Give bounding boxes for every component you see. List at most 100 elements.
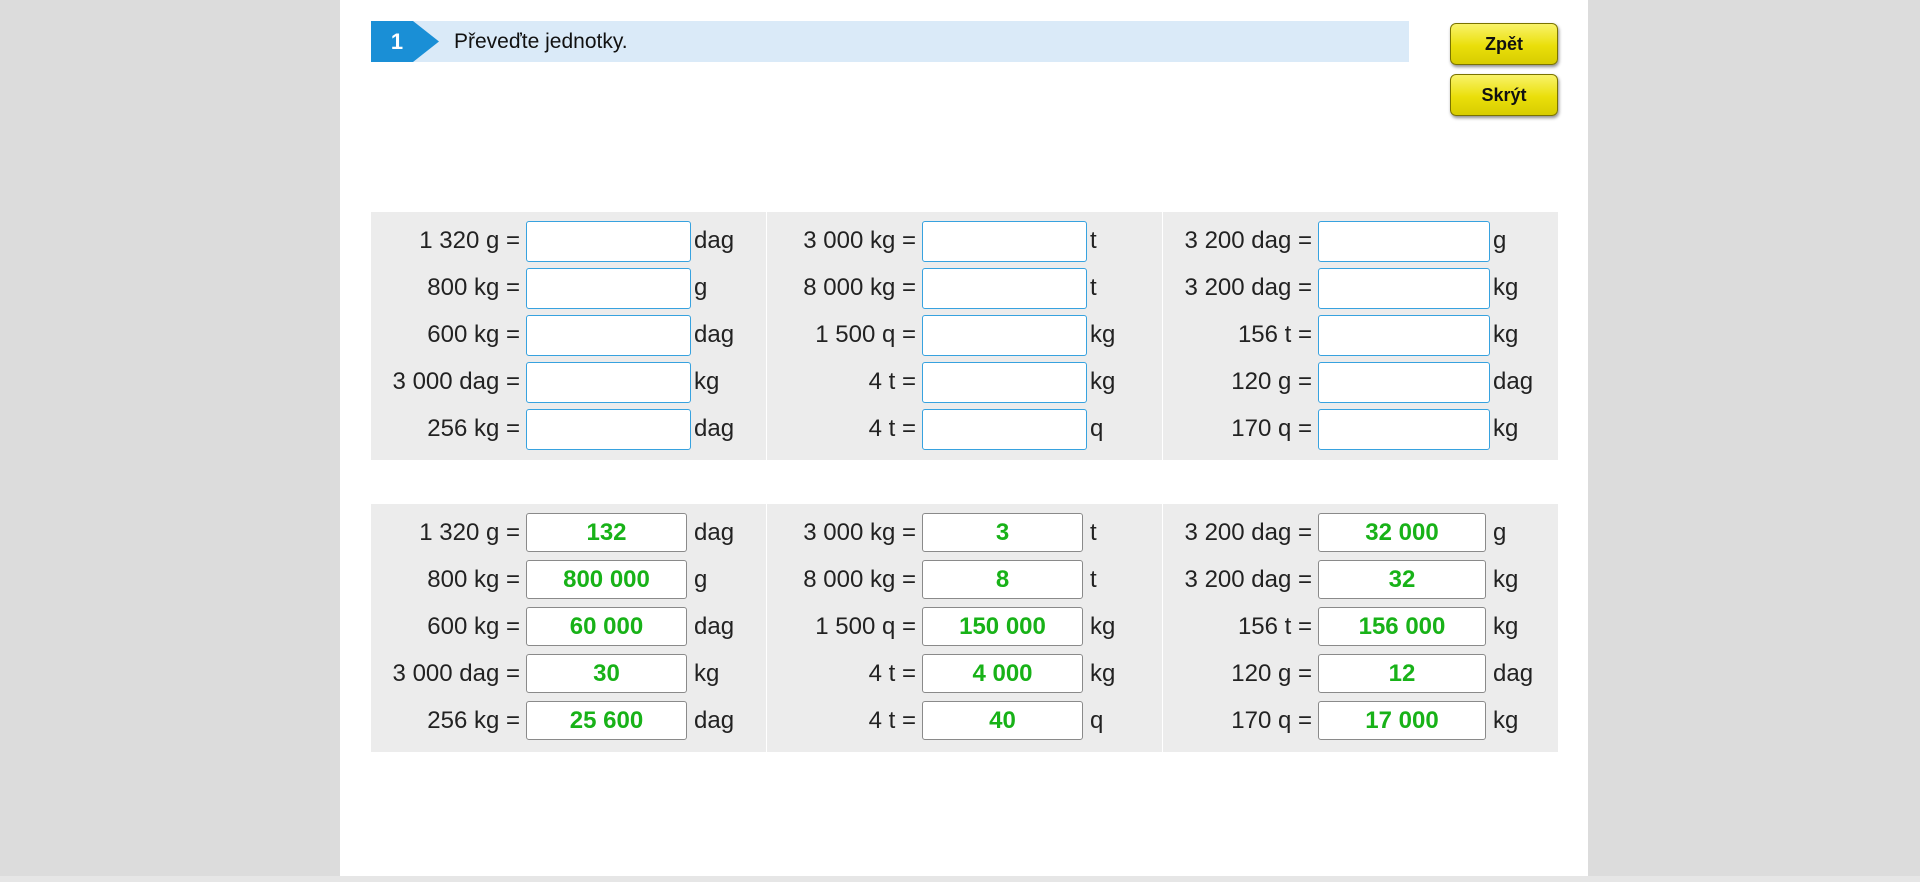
answer-input[interactable]	[922, 409, 1087, 450]
task-number: 1	[390, 29, 404, 54]
conversion-expression: 3 200 dag =	[1184, 566, 1312, 593]
task-number-badge: 1	[371, 21, 439, 62]
task-instruction: Převeďte jednotky.	[454, 30, 628, 53]
answer-value: 40	[922, 701, 1083, 740]
answer-value: 60 000	[526, 607, 687, 646]
target-unit: dag	[694, 707, 735, 734]
answer-value: 4 000	[922, 654, 1083, 693]
target-unit: kg	[1090, 613, 1116, 640]
answer-input[interactable]	[1318, 362, 1490, 403]
target-unit: t	[1090, 227, 1097, 254]
target-unit: kg	[1493, 566, 1519, 593]
exercise-row: 156 t = kg	[1163, 315, 1558, 356]
target-unit: kg	[1493, 321, 1519, 348]
answer-input[interactable]	[526, 268, 691, 309]
answer-input[interactable]	[922, 362, 1087, 403]
target-unit: g	[1493, 227, 1507, 254]
exercise-row: 256 kg = dag	[371, 409, 766, 450]
conversion-expression: 1 500 q =	[815, 613, 916, 640]
solution-row: 8 000 kg = 8 t	[767, 560, 1162, 600]
conversion-expression: 4 t =	[868, 660, 916, 687]
target-unit: dag	[694, 519, 735, 546]
answer-input[interactable]	[1318, 315, 1490, 356]
conversion-expression: 1 500 q =	[815, 321, 916, 348]
answer-input[interactable]	[922, 315, 1087, 356]
exercise-panel-2: 3 000 kg = t 8 000 kg = t 1 500 q = kg 4…	[767, 212, 1162, 460]
solution-row: 3 000 dag = 30 kg	[371, 654, 766, 694]
answer-input[interactable]	[1318, 268, 1490, 309]
target-unit: t	[1090, 519, 1097, 546]
answer-value: 132	[526, 513, 687, 552]
solution-row: 4 t = 4 000 kg	[767, 654, 1162, 694]
exercise-page: 1 Převeďte jednotky. Zpět Skrýt 1 320 g …	[340, 0, 1588, 876]
answer-input[interactable]	[526, 362, 691, 403]
exercise-row: 120 g = dag	[1163, 362, 1558, 403]
conversion-expression: 156 t =	[1237, 321, 1312, 348]
answer-input[interactable]	[1318, 409, 1490, 450]
exercise-row: 3 200 dag = g	[1163, 221, 1558, 262]
conversion-expression: 600 kg =	[427, 613, 520, 640]
answer-value: 156 000	[1318, 607, 1486, 646]
conversion-expression: 1 320 g =	[419, 519, 520, 546]
exercise-row: 3 000 dag = kg	[371, 362, 766, 403]
answer-value: 17 000	[1318, 701, 1486, 740]
solution-row: 1 500 q = 150 000 kg	[767, 607, 1162, 647]
exercise-row: 1 320 g = dag	[371, 221, 766, 262]
exercise-row: 800 kg = g	[371, 268, 766, 309]
conversion-expression: 4 t =	[868, 707, 916, 734]
conversion-expression: 1 320 g =	[419, 227, 520, 254]
answer-value: 32	[1318, 560, 1486, 599]
target-unit: t	[1090, 566, 1097, 593]
bottom-border	[0, 876, 1920, 882]
target-unit: dag	[1493, 368, 1534, 395]
solution-row: 3 200 dag = 32 kg	[1163, 560, 1558, 600]
target-unit: g	[694, 274, 708, 301]
target-unit: kg	[1090, 321, 1116, 348]
answer-value: 32 000	[1318, 513, 1486, 552]
exercise-row: 3 200 dag = kg	[1163, 268, 1558, 309]
solution-row: 4 t = 40 q	[767, 701, 1162, 741]
answer-input[interactable]	[526, 409, 691, 450]
conversion-expression: 256 kg =	[427, 415, 520, 442]
target-unit: kg	[1493, 613, 1519, 640]
target-unit: g	[694, 566, 708, 593]
solution-row: 156 t = 156 000 kg	[1163, 607, 1558, 647]
hide-button[interactable]: Skrýt	[1450, 74, 1558, 116]
target-unit: dag	[694, 415, 735, 442]
conversion-expression: 3 000 dag =	[392, 368, 520, 395]
conversion-expression: 800 kg =	[427, 566, 520, 593]
conversion-expression: 600 kg =	[427, 321, 520, 348]
answer-value: 150 000	[922, 607, 1083, 646]
solution-row: 3 200 dag = 32 000 g	[1163, 513, 1558, 553]
conversion-expression: 170 q =	[1231, 707, 1312, 734]
solution-row: 170 q = 17 000 kg	[1163, 701, 1558, 741]
target-unit: t	[1090, 274, 1097, 301]
target-unit: kg	[1493, 415, 1519, 442]
answer-input[interactable]	[526, 315, 691, 356]
solution-panel-1: 1 320 g = 132 dag 800 kg = 800 000 g 600…	[371, 504, 766, 752]
solution-row: 3 000 kg = 3 t	[767, 513, 1162, 553]
conversion-expression: 800 kg =	[427, 274, 520, 301]
exercise-panel-3: 3 200 dag = g 3 200 dag = kg 156 t = kg …	[1163, 212, 1558, 460]
conversion-expression: 8 000 kg =	[803, 566, 916, 593]
target-unit: kg	[1493, 707, 1519, 734]
target-unit: kg	[1090, 368, 1116, 395]
answer-input[interactable]	[526, 221, 691, 262]
target-unit: dag	[694, 613, 735, 640]
answer-input[interactable]	[922, 221, 1087, 262]
back-button[interactable]: Zpět	[1450, 23, 1558, 65]
conversion-expression: 3 000 kg =	[803, 227, 916, 254]
conversion-expression: 156 t =	[1237, 613, 1312, 640]
conversion-expression: 4 t =	[868, 415, 916, 442]
answer-value: 12	[1318, 654, 1486, 693]
target-unit: q	[1090, 415, 1104, 442]
answer-value: 30	[526, 654, 687, 693]
answer-input[interactable]	[922, 268, 1087, 309]
target-unit: dag	[694, 227, 735, 254]
answer-input[interactable]	[1318, 221, 1490, 262]
conversion-expression: 4 t =	[868, 368, 916, 395]
target-unit: kg	[1493, 274, 1519, 301]
target-unit: kg	[1090, 660, 1116, 687]
conversion-expression: 3 200 dag =	[1184, 227, 1312, 254]
solution-row: 600 kg = 60 000 dag	[371, 607, 766, 647]
